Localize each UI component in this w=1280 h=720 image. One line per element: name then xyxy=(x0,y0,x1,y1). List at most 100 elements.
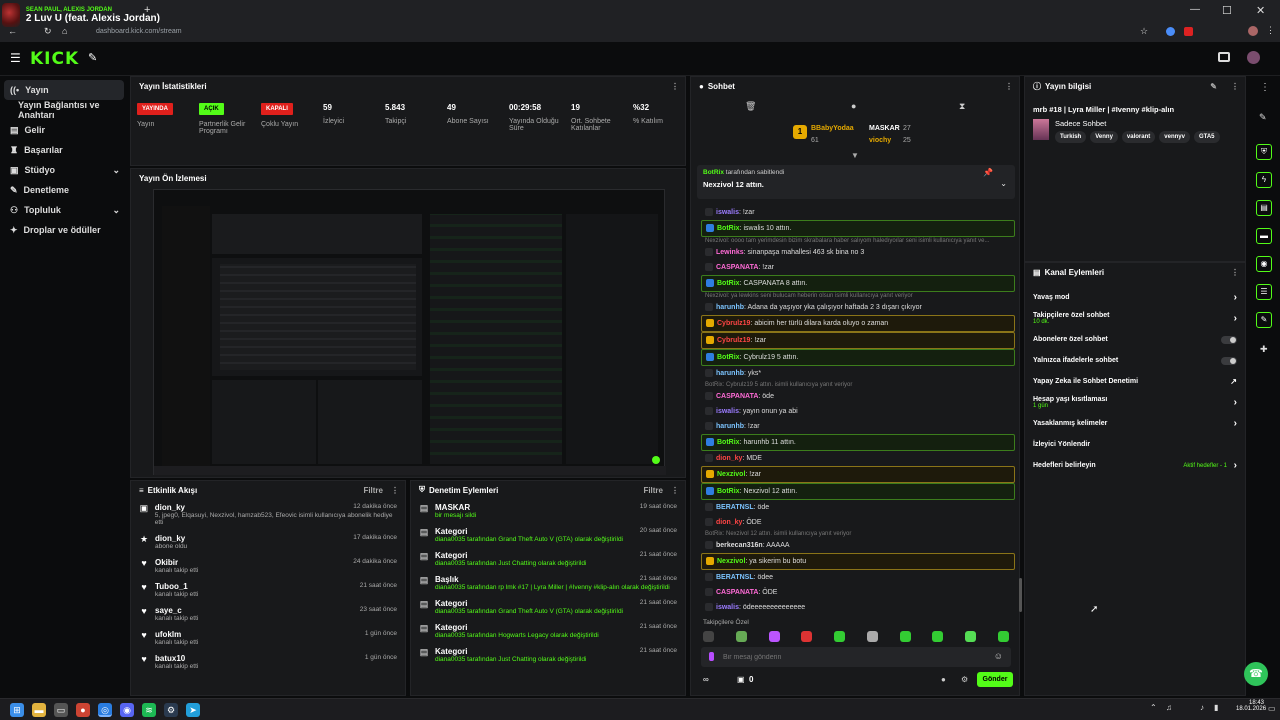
app-icon[interactable]: ● xyxy=(76,703,90,717)
popout-icon[interactable] xyxy=(1218,52,1230,62)
chat-message[interactable]: Nexzivol: !zar xyxy=(701,466,1015,483)
lightning-icon[interactable]: ϟ xyxy=(1256,172,1272,188)
chat-reply-context[interactable]: Nexzivol: ya lewkins seni bulucam heberi… xyxy=(701,292,1015,300)
chat-username[interactable]: harunhb xyxy=(716,304,744,311)
add-widget-icon[interactable]: ✚ xyxy=(1260,344,1268,355)
emote-icon[interactable] xyxy=(768,631,780,642)
activity-item[interactable]: ♥ Okibir kanalı takip etti 24 dakika önce xyxy=(131,554,405,578)
more-options-icon[interactable]: ⋮ xyxy=(391,486,399,495)
filter-button[interactable]: Filtre xyxy=(643,486,663,495)
chat-username[interactable]: dion_ky xyxy=(716,455,742,462)
chat-message[interactable]: Cybrulz19: !zar xyxy=(701,332,1015,349)
emoji-icon[interactable]: ☺ xyxy=(994,651,1003,661)
mod-item[interactable]: ▤ Kategori diana0035 tarafından Grand Thef… xyxy=(411,523,685,547)
chat-message-field[interactable] xyxy=(723,650,983,664)
sidebar-item-denetleme[interactable]: ✎ Denetleme xyxy=(0,180,128,200)
chat-username[interactable]: BotRix xyxy=(717,280,740,287)
pencil-icon[interactable]: ✎ xyxy=(1259,112,1267,123)
toggle-switch[interactable] xyxy=(1221,335,1237,344)
network-icon[interactable]: ▮ xyxy=(1214,703,1218,712)
notification-icon[interactable]: ▭ xyxy=(1268,704,1276,713)
channel-action[interactable]: Yalnızca ifadelerle sohbet xyxy=(1025,350,1245,371)
chat-message[interactable]: iswalis: ödeeeeeeeeeeeeee xyxy=(701,600,1015,613)
chat-reply-context[interactable]: BotRix: Cybrulz19 5 attın. isimli kullan… xyxy=(701,381,1015,389)
chat-message[interactable]: BERATNSL: ödee xyxy=(701,570,1015,585)
more-options-icon[interactable]: ⋮ xyxy=(671,486,679,495)
minimize-icon[interactable]: — xyxy=(1190,4,1200,15)
chevron-down-icon[interactable]: ⌄ xyxy=(1000,179,1007,188)
stream-tag[interactable]: Turkish xyxy=(1055,131,1087,143)
new-tab-icon[interactable]: + xyxy=(144,4,150,16)
more-options-icon[interactable]: ⋮ xyxy=(1260,82,1270,93)
sidebar-item-topluluk[interactable]: ⚇ Topluluk ⌄ xyxy=(0,200,128,220)
emote-icon[interactable] xyxy=(932,631,944,642)
maximize-icon[interactable]: ☐ xyxy=(1222,4,1232,17)
chat-message[interactable]: CASPANATA: !zar xyxy=(701,260,1015,275)
chat-message[interactable]: dion_ky: ÖDE xyxy=(701,515,1015,530)
stream-tag[interactable]: GTA5 xyxy=(1193,131,1220,143)
chat-message[interactable]: BotRix: Cybrulz19 5 attın. xyxy=(701,349,1015,366)
chat-username[interactable]: harunhb xyxy=(716,423,744,430)
chat-input[interactable]: ☺ xyxy=(701,647,1011,667)
chat-bubble-icon[interactable]: ● xyxy=(941,675,946,684)
more-options-icon[interactable]: ⋮ xyxy=(1231,268,1239,277)
chat-username[interactable]: iswalis xyxy=(716,408,739,415)
channel-action[interactable]: Yapay Zeka ile Sohbet Denetimi ↗ xyxy=(1025,371,1245,392)
channel-action[interactable]: Abonelere özel sohbet xyxy=(1025,329,1245,350)
chat-message[interactable]: Cybrulz19: abicim her türlü dilara karda… xyxy=(701,315,1015,332)
emote-icon[interactable] xyxy=(965,631,977,642)
channel-action[interactable]: Takipçilere özel sohbet 10 dk. › xyxy=(1025,308,1245,329)
sidebar-item-studyo[interactable]: ▣ Stüdyo ⌄ xyxy=(0,160,128,180)
channel-action[interactable]: Hedefleri belirleyin Aktif hedefler - 1 › xyxy=(1025,455,1245,476)
browser-menu-icon[interactable]: ⋮ xyxy=(1266,25,1275,36)
mod-item[interactable]: ▤ Kategori diana0035 tarafından Grand Thef… xyxy=(411,595,685,619)
emote-icon[interactable] xyxy=(899,631,911,642)
chat-username[interactable]: BERATNSL xyxy=(716,574,754,581)
gear-icon[interactable]: ⚙ xyxy=(961,675,968,684)
chat-username[interactable]: CASPANATA xyxy=(716,589,758,596)
chat-message[interactable]: BotRix: harunhb 11 attın. xyxy=(701,434,1015,451)
steam-icon[interactable]: ⚙ xyxy=(164,703,178,717)
sidebar-item-basarilar[interactable]: ♜ Başarılar xyxy=(0,140,128,160)
channel-action[interactable]: Yasaklanmış kelimeler › xyxy=(1025,413,1245,434)
hamburger-menu-icon[interactable]: ☰ xyxy=(10,51,21,65)
chat-message[interactable]: iswalis: !zar xyxy=(701,205,1015,220)
hourglass-icon[interactable]: ⧗ xyxy=(959,101,965,112)
chat-scrollbar[interactable] xyxy=(1019,578,1022,612)
windows-start-icon[interactable]: ⊞ xyxy=(10,703,24,717)
support-chat-button[interactable]: ☎ xyxy=(1244,662,1268,686)
mod-item[interactable]: ▤ Kategori diana0035 tarafından Just Chatt… xyxy=(411,547,685,571)
tools-icon[interactable]: ✎ xyxy=(88,51,97,64)
sidebar-item-yayin[interactable]: ((• Yayın xyxy=(4,80,124,100)
infinity-icon[interactable]: ∞ xyxy=(703,675,709,684)
chat-username[interactable]: Lewinks xyxy=(716,249,744,256)
chat-username[interactable]: iswalis xyxy=(716,604,739,611)
telegram-icon[interactable]: ➤ xyxy=(186,703,200,717)
activity-item[interactable]: ♥ Tuboo_1 kanalı takip etti 21 saat önce xyxy=(131,578,405,602)
chat-reply-context[interactable]: Nexzivol: oooo tam yerimdesin bizim skra… xyxy=(701,237,1015,245)
extension-icon[interactable] xyxy=(1166,27,1175,36)
chat-message[interactable]: harunhb: yks* xyxy=(701,366,1015,381)
chat-message[interactable]: CASPANATA: ÖDE xyxy=(701,585,1015,600)
chat-username[interactable]: Nexzivol xyxy=(717,471,745,478)
wrench-icon[interactable]: ✎ xyxy=(1256,312,1272,328)
chat-username[interactable]: BotRix xyxy=(717,439,740,446)
chat-message[interactable]: BERATNSL: öde xyxy=(701,500,1015,515)
pinned-message[interactable]: BotRix tarafından sabitlendi Nexzivol 12… xyxy=(697,165,1015,199)
sidebar-item-gelir[interactable]: ▤ Gelir xyxy=(0,120,128,140)
channel-action[interactable]: İzleyici Yönlendir xyxy=(1025,434,1245,455)
chat-username[interactable]: iswalis xyxy=(716,209,739,216)
toggle-switch[interactable] xyxy=(1221,356,1237,365)
discord-icon[interactable]: ◉ xyxy=(120,703,134,717)
chat-message[interactable]: dion_ky: MDE xyxy=(701,451,1015,466)
chat-username[interactable]: CASPANATA xyxy=(716,393,758,400)
chat-username[interactable]: BERATNSL xyxy=(716,504,754,511)
more-options-icon[interactable]: ⋮ xyxy=(1231,82,1239,91)
channel-action[interactable]: Yavaş mod › xyxy=(1025,287,1245,308)
chat-username[interactable]: CASPANATA xyxy=(716,264,758,271)
mod-item[interactable]: ▤ Başlık diana0035 tarafından rp lmk #17 |… xyxy=(411,571,685,595)
extension-icon[interactable] xyxy=(1184,27,1193,36)
emote-icon[interactable] xyxy=(866,631,878,642)
chat-message[interactable]: harunhb: !zar xyxy=(701,419,1015,434)
activity-item[interactable]: ♥ ufoklm kanalı takip etti 1 gün önce xyxy=(131,626,405,650)
